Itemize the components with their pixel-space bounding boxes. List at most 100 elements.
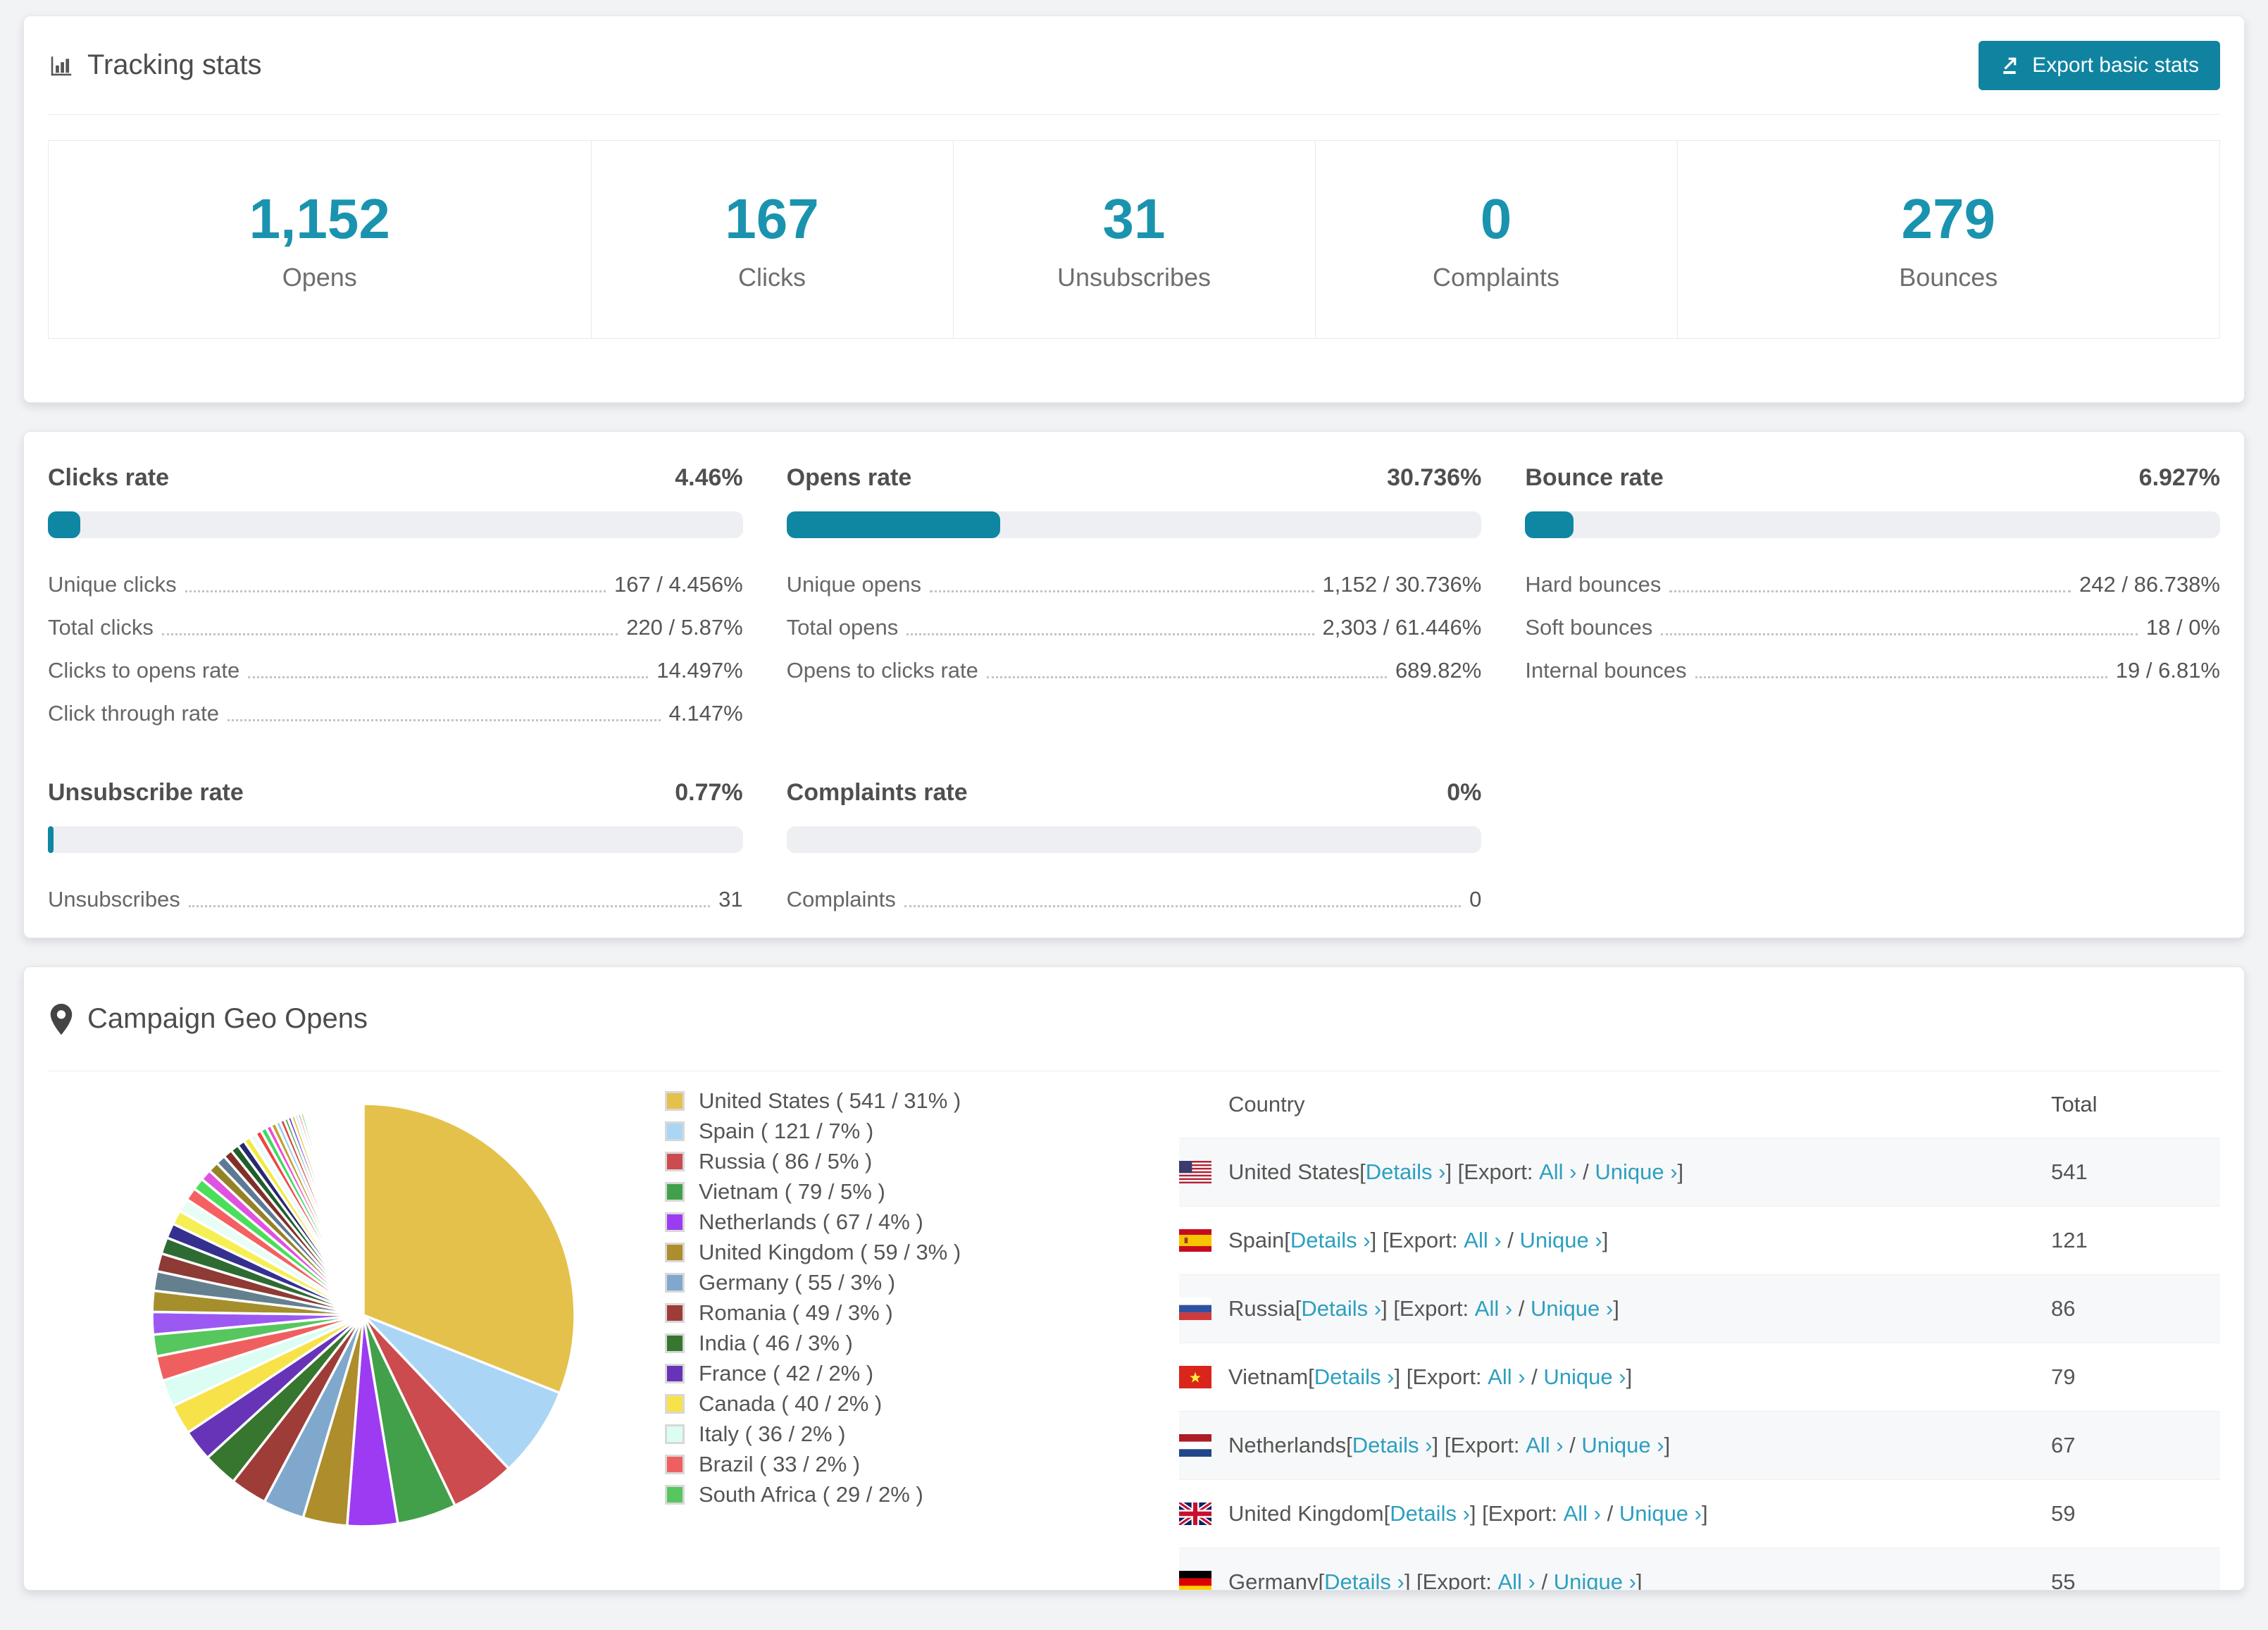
export-icon: [2003, 57, 2017, 74]
legend-swatch: [665, 1212, 685, 1232]
rate-detail-label: Total clicks: [48, 615, 154, 640]
dotted-leader: [188, 905, 711, 907]
bracket-text: ]: [1677, 1159, 1684, 1184]
bracket-text: ]: [1664, 1433, 1671, 1457]
legend-label: United States ( 541 / 31% ): [699, 1088, 961, 1113]
dotted-leader: [248, 676, 649, 678]
stat-box-complaints: 0 Complaints: [1314, 140, 1678, 339]
campaign-geo-opens-card: Campaign Geo Opens United States ( 541 /…: [23, 966, 2245, 1591]
details-link[interactable]: Details ›: [1324, 1569, 1404, 1590]
export-unique-link[interactable]: Unique ›: [1543, 1364, 1626, 1390]
details-link[interactable]: Details ›: [1301, 1296, 1381, 1321]
export-all-link[interactable]: All ›: [1497, 1569, 1535, 1590]
rate-panel-unsubscribe-rate: Unsubscribe rate 0.77% Unsubscribes 31: [48, 779, 743, 930]
legend-swatch: [665, 1424, 685, 1444]
stat-box-opens: 1,152 Opens: [48, 140, 592, 339]
total-cell: 79: [2051, 1364, 2076, 1389]
export-basic-stats-label: Export basic stats: [2032, 53, 2199, 77]
total-cell: 541: [2051, 1159, 2088, 1184]
geo-table-rows: United States [Details ›] [Export: All ›…: [1179, 1138, 2220, 1590]
geo-table-header: Country Total: [1179, 1071, 2220, 1138]
rate-detail-value: 19 / 6.81%: [2115, 658, 2220, 683]
slash-text: /: [1563, 1433, 1582, 1457]
rate-progress-fill: [1525, 511, 1574, 538]
legend-item: Netherlands ( 67 / 4% ): [665, 1207, 1003, 1237]
export-unique-link[interactable]: Unique ›: [1581, 1433, 1664, 1458]
export-all-link[interactable]: All ›: [1464, 1228, 1501, 1253]
export-all-link[interactable]: All ›: [1475, 1296, 1512, 1321]
details-link[interactable]: Details ›: [1352, 1433, 1433, 1458]
country-cell: Germany [Details ›] [Export: All › / Uni…: [1179, 1569, 2051, 1590]
stat-label: Bounces: [1899, 263, 1998, 292]
rate-detail-label: Complaints: [786, 887, 896, 912]
export-unique-link[interactable]: Unique ›: [1619, 1501, 1702, 1526]
country-cell: United States [Details ›] [Export: All ›…: [1179, 1159, 2051, 1185]
stat-label: Complaints: [1432, 263, 1560, 292]
dotted-leader: [929, 590, 1314, 592]
legend-item: Russia ( 86 / 5% ): [665, 1146, 1003, 1176]
flag-es-icon: [1179, 1229, 1211, 1252]
rate-detail-value: 0: [1469, 887, 1482, 912]
rate-detail-value: 242 / 86.738%: [2079, 572, 2220, 597]
details-link[interactable]: Details ›: [1290, 1228, 1371, 1253]
rate-detail-row: Total opens 2,303 / 61.446%: [787, 615, 1482, 640]
rate-detail-value: 18 / 0%: [2145, 615, 2220, 640]
stat-box-bounces: 279 Bounces: [1676, 140, 2220, 339]
rate-progress-fill: [48, 826, 54, 853]
bar-chart-icon: [51, 56, 72, 75]
rate-progress-bar: [786, 511, 1482, 538]
details-link[interactable]: Details ›: [1366, 1159, 1446, 1185]
tracking-stats-header: Tracking stats Export basic stats: [48, 16, 2220, 115]
legend-swatch: [665, 1242, 685, 1262]
legend-item: United States ( 541 / 31% ): [665, 1085, 1003, 1116]
stat-value: 279: [1901, 187, 1995, 250]
export-all-link[interactable]: All ›: [1488, 1364, 1525, 1390]
rate-detail-label: Total opens: [786, 615, 899, 640]
export-all-link[interactable]: All ›: [1564, 1501, 1601, 1526]
legend-label: Brazil ( 33 / 2% ): [699, 1451, 861, 1476]
rate-detail-value: 31: [718, 887, 743, 912]
export-all-link[interactable]: All ›: [1526, 1433, 1563, 1458]
flag-de-icon: [1179, 1571, 1211, 1590]
export-unique-link[interactable]: Unique ›: [1531, 1296, 1613, 1321]
bracket-text: ]: [1602, 1228, 1609, 1252]
rate-detail-row: Soft bounces 18 / 0%: [1525, 615, 2220, 640]
export-unique-link[interactable]: Unique ›: [1520, 1228, 1602, 1253]
table-row-vn: Vietnam [Details ›] [Export: All › / Uni…: [1179, 1343, 2220, 1411]
rate-progress-bar: [48, 511, 743, 538]
total-cell: 121: [2051, 1228, 2088, 1252]
dotted-leader: [1669, 590, 2071, 592]
legend-swatch: [665, 1151, 685, 1171]
country-cell: Netherlands [Details ›] [Export: All › /…: [1179, 1433, 2051, 1458]
legend-label: United Kingdom ( 59 / 3% ): [699, 1239, 961, 1264]
dotted-leader: [906, 633, 1314, 635]
legend-item: Brazil ( 33 / 2% ): [665, 1449, 1003, 1479]
dotted-leader: [1661, 633, 2138, 635]
flag-nl-icon: [1179, 1434, 1211, 1457]
rate-detail-label: Unique opens: [786, 572, 921, 597]
rates-card: Clicks rate 4.46% Unique clicks 167 / 4.456…: [23, 431, 2245, 938]
tracking-stats-title-text: Tracking stats: [87, 49, 262, 80]
slash-text: /: [1600, 1501, 1619, 1526]
country-cell: United Kingdom [Details ›] [Export: All …: [1179, 1501, 2051, 1526]
export-unique-link[interactable]: Unique ›: [1554, 1569, 1636, 1590]
slash-text: /: [1512, 1296, 1531, 1321]
export-basic-stats-button[interactable]: Export basic stats: [1979, 40, 2220, 90]
stat-label: Clicks: [738, 263, 806, 292]
rate-detail-value: 1,152 / 30.736%: [1322, 572, 1482, 597]
geo-pie-legend: United States ( 541 / 31% ) Spain ( 121 /…: [665, 1085, 1003, 1510]
rate-detail-value: 689.82%: [1395, 658, 1482, 683]
rate-title: Clicks rate: [48, 464, 169, 491]
export-unique-link[interactable]: Unique ›: [1595, 1159, 1677, 1185]
export-all-link[interactable]: All ›: [1539, 1159, 1576, 1185]
legend-item: France ( 42 / 2% ): [665, 1358, 1003, 1388]
legend-label: Netherlands ( 67 / 4% ): [699, 1209, 923, 1234]
campaign-geo-opens-title-text: Campaign Geo Opens: [87, 1003, 368, 1034]
details-link[interactable]: Details ›: [1390, 1501, 1470, 1526]
bracket-text: [: [1346, 1433, 1352, 1457]
details-link[interactable]: Details ›: [1314, 1364, 1395, 1390]
rate-value: 30.736%: [1387, 464, 1482, 491]
rate-detail-row: Internal bounces 19 / 6.81%: [1525, 658, 2220, 683]
legend-swatch: [665, 1090, 685, 1111]
stat-value: 0: [1480, 187, 1512, 250]
